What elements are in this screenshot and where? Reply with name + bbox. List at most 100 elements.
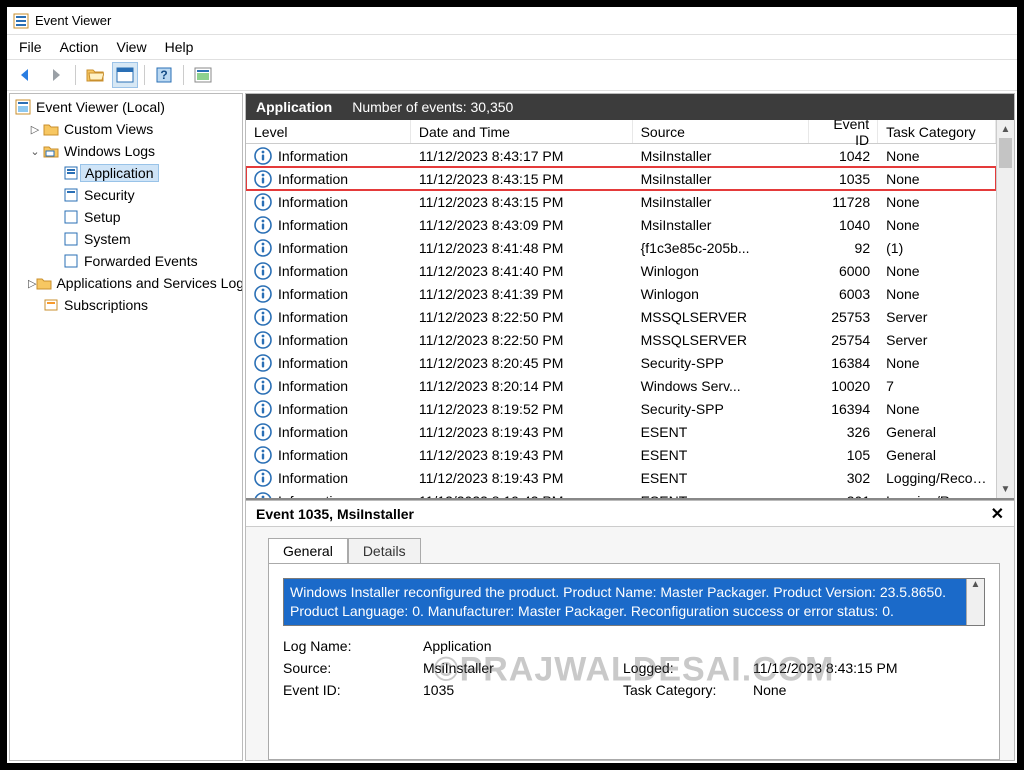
cell-eventid: 16394 <box>809 401 878 417</box>
tab-details[interactable]: Details <box>348 538 421 564</box>
table-row[interactable]: Information11/12/2023 8:20:14 PMWindows … <box>246 374 996 397</box>
expand-icon[interactable]: ▷ <box>28 277 36 290</box>
table-row[interactable]: Information11/12/2023 8:19:52 PMSecurity… <box>246 397 996 420</box>
table-row[interactable]: Information11/12/2023 8:41:40 PMWinlogon… <box>246 259 996 282</box>
col-date[interactable]: Date and Time <box>411 120 633 143</box>
cell-task: Server <box>878 332 996 348</box>
expand-icon[interactable]: ▷ <box>28 123 42 136</box>
preview-button[interactable] <box>190 62 216 88</box>
cell-task: General <box>878 447 996 463</box>
cell-level: Information <box>278 378 348 394</box>
log-icon <box>62 210 80 224</box>
tree-system[interactable]: System <box>10 228 242 250</box>
cell-eventid: 105 <box>809 447 878 463</box>
eventid-label: Event ID: <box>283 682 423 698</box>
table-row[interactable]: Information11/12/2023 8:22:50 PMMSSQLSER… <box>246 305 996 328</box>
svg-text:?: ? <box>160 68 167 82</box>
cell-level: Information <box>278 447 348 463</box>
table-row[interactable]: Information11/12/2023 8:41:48 PM{f1c3e85… <box>246 236 996 259</box>
logged-value: 11/12/2023 8:43:15 PM <box>753 660 953 676</box>
cell-date: 11/12/2023 8:22:50 PM <box>411 332 633 348</box>
detail-title: Event 1035, MsiInstaller <box>256 506 414 522</box>
log-header: Application Number of events: 30,350 <box>246 94 1014 120</box>
cell-task: None <box>878 171 996 187</box>
properties-button[interactable] <box>112 62 138 88</box>
cell-task: None <box>878 263 996 279</box>
titlebar: Event Viewer <box>7 7 1017 35</box>
col-source[interactable]: Source <box>633 120 810 143</box>
tree-security[interactable]: Security <box>10 184 242 206</box>
cell-eventid: 11728 <box>809 194 878 210</box>
table-row[interactable]: Information 11/12/2023 8:41:39 PMWinlogon… <box>246 282 996 305</box>
eventid-value: 1035 <box>423 682 623 698</box>
cell-level: Information <box>278 470 348 486</box>
col-level[interactable]: Level <box>246 120 411 143</box>
toolbar-separator <box>144 65 145 85</box>
cell-source: Security-SPP <box>633 355 810 371</box>
cell-level: Information <box>278 286 348 302</box>
tree-windows-logs[interactable]: ⌄ Windows Logs <box>10 140 242 162</box>
tree-application[interactable]: Application <box>10 162 242 184</box>
cell-date: 11/12/2023 8:19:43 PM <box>411 447 633 463</box>
col-task[interactable]: Task Category <box>878 120 996 143</box>
menu-help[interactable]: Help <box>157 37 202 57</box>
cell-eventid: 326 <box>809 424 878 440</box>
table-row[interactable]: Information11/12/2023 8:43:09 PMMsiInsta… <box>246 213 996 236</box>
event-message[interactable]: Windows Installer reconfigured the produ… <box>284 579 966 625</box>
cell-eventid: 1040 <box>809 217 878 233</box>
table-row[interactable]: Information11/12/2023 8:19:43 PMESENT302… <box>246 466 996 489</box>
menu-file[interactable]: File <box>11 37 50 57</box>
help-button[interactable]: ? <box>151 62 177 88</box>
cell-task: 7 <box>878 378 996 394</box>
tree-panel: Event Viewer (Local) ▷ Custom Views ⌄ Wi… <box>9 93 243 761</box>
table-row[interactable]: Information11/12/2023 8:43:15 PMMsiInsta… <box>246 167 996 190</box>
tree-root[interactable]: Event Viewer (Local) <box>10 96 242 118</box>
folder-button[interactable] <box>82 62 108 88</box>
folder-icon <box>42 122 60 136</box>
logname-value: Application <box>423 638 623 654</box>
tree-apps-services[interactable]: ▷ Applications and Services Log <box>10 272 242 294</box>
cell-eventid: 25754 <box>809 332 878 348</box>
table-row[interactable]: Information11/12/2023 8:19:43 PMESENT301… <box>246 489 996 498</box>
cell-date: 11/12/2023 8:43:15 PM <box>411 194 633 210</box>
grid-scrollbar[interactable]: ▲ ▼ <box>996 120 1014 498</box>
cell-eventid: 25753 <box>809 309 878 325</box>
tree-setup[interactable]: Setup <box>10 206 242 228</box>
table-row[interactable]: Information11/12/2023 8:43:17 PMMsiInsta… <box>246 144 996 167</box>
cell-date: 11/12/2023 8:41:39 PM <box>411 286 633 302</box>
table-row[interactable]: Information11/12/2023 8:19:43 PMESENT326… <box>246 420 996 443</box>
collapse-icon[interactable]: ⌄ <box>28 145 42 158</box>
message-scrollbar[interactable]: ▲ <box>966 579 984 625</box>
cell-date: 11/12/2023 8:41:48 PM <box>411 240 633 256</box>
cell-level: Information <box>278 401 348 417</box>
menu-action[interactable]: Action <box>52 37 107 57</box>
table-row[interactable]: Information11/12/2023 8:19:43 PMESENT105… <box>246 443 996 466</box>
menu-view[interactable]: View <box>108 37 154 57</box>
tree-label: Custom Views <box>60 121 157 137</box>
scroll-up-icon[interactable]: ▲ <box>997 120 1014 138</box>
back-button[interactable] <box>13 62 39 88</box>
cell-source: Winlogon <box>633 286 810 302</box>
tab-general[interactable]: General <box>268 538 348 564</box>
table-row[interactable]: Information11/12/2023 8:22:50 PMMSSQLSER… <box>246 328 996 351</box>
scroll-thumb[interactable] <box>999 138 1012 168</box>
tree-custom-views[interactable]: ▷ Custom Views <box>10 118 242 140</box>
tree-forwarded[interactable]: Forwarded Events <box>10 250 242 272</box>
detail-pane: Event 1035, MsiInstaller ✕ General Detai… <box>246 500 1014 760</box>
cell-level: Information <box>278 309 348 325</box>
tree-subscriptions[interactable]: Subscriptions <box>10 294 242 316</box>
taskcat-value: None <box>753 682 953 698</box>
table-row[interactable]: Information11/12/2023 8:20:45 PMSecurity… <box>246 351 996 374</box>
table-row[interactable]: Information11/12/2023 8:43:15 PMMsiInsta… <box>246 190 996 213</box>
cell-task: None <box>878 194 996 210</box>
scroll-down-icon[interactable]: ▼ <box>997 480 1014 498</box>
tree-label: Event Viewer (Local) <box>32 99 169 115</box>
col-eventid[interactable]: Event ID <box>809 120 878 143</box>
cell-level: Information <box>278 355 348 371</box>
log-icon <box>62 254 80 268</box>
tree-label: Application <box>80 164 159 182</box>
log-icon <box>62 232 80 246</box>
event-count: Number of events: 30,350 <box>352 99 513 115</box>
forward-button[interactable] <box>43 62 69 88</box>
close-icon[interactable]: ✕ <box>991 504 1004 524</box>
